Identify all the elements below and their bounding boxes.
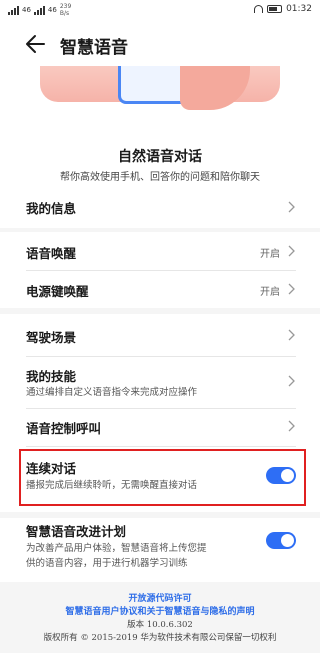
voice-wakeup-value: 开启 <box>260 249 280 260</box>
row-power-key-wakeup[interactable]: 电源键唤醒 开启 <box>0 270 320 308</box>
row-my-info[interactable]: 我的信息 <box>0 190 320 228</box>
card-improvement-plan: 智慧语音改进计划 为改善产品用户体验，智慧语音将上传您提 供的语音内容，用于进行… <box>0 518 320 582</box>
agreement-link[interactable]: 智慧语音用户协议和关于智慧语音与隐私的声明 <box>0 606 320 619</box>
status-bar: 46 46 239 B/s 01:32 <box>0 0 320 22</box>
footer: 开放源代码许可 智慧语音用户协议和关于智慧语音与隐私的声明 版本 10.0.6.… <box>0 593 320 653</box>
signal-label-1: 46 <box>22 6 31 14</box>
driving-scene-label: 驾驶场景 <box>26 330 77 345</box>
my-skills-label: 我的技能 <box>26 369 77 384</box>
chevron-right-icon <box>288 420 295 432</box>
speed-unit: B/s <box>59 10 70 17</box>
signal-icon <box>8 5 19 15</box>
divider <box>26 446 296 447</box>
intro-section: 自然语音对话 帮你高效使用手机、回答你的问题和陪你聊天 <box>0 116 320 190</box>
intro-title: 自然语音对话 <box>118 149 202 165</box>
chevron-right-icon <box>288 283 295 295</box>
my-skills-description: 通过编排自定义语音指令来完成对应操作 <box>26 387 198 398</box>
row-voice-call[interactable]: 语音控制呼叫 <box>0 410 320 446</box>
chevron-right-icon <box>288 245 295 257</box>
app-bar: 智慧语音 <box>0 22 320 66</box>
my-info-label: 我的信息 <box>26 201 77 216</box>
chevron-right-icon <box>288 329 295 341</box>
chevron-right-icon <box>288 375 295 387</box>
hero-illustration <box>0 66 320 116</box>
voice-wakeup-label: 语音唤醒 <box>26 246 77 261</box>
copyright-text: 版权所有 © 2015-2019 华为软件技术有限公司保留一切权利 <box>43 633 277 643</box>
battery-icon <box>267 5 283 13</box>
highlight-box <box>19 449 306 506</box>
status-right: 01:32 <box>254 4 312 14</box>
power-key-wakeup-label: 电源键唤醒 <box>26 284 89 299</box>
row-improvement-plan[interactable]: 智慧语音改进计划 为改善产品用户体验，智慧语音将上传您提 供的语音内容，用于进行… <box>0 518 320 582</box>
intro-subtitle: 帮你高效使用手机、回答你的问题和陪你聊天 <box>60 172 260 183</box>
row-my-skills[interactable]: 我的技能 通过编排自定义语音指令来完成对应操作 <box>0 358 320 406</box>
improvement-plan-description-1: 为改善产品用户体验，智慧语音将上传您提 <box>26 543 207 554</box>
signal-icon-2 <box>33 5 45 15</box>
voice-call-label: 语音控制呼叫 <box>26 421 102 436</box>
row-driving-scene[interactable]: 驾驶场景 <box>0 314 320 354</box>
row-voice-wakeup[interactable]: 语音唤醒 开启 <box>0 232 320 270</box>
page-title: 智慧语音 <box>60 38 128 58</box>
open-source-link[interactable]: 开放源代码许可 <box>0 593 320 606</box>
improvement-plan-toggle[interactable] <box>266 532 296 549</box>
network-speed: 239 B/s <box>60 3 71 17</box>
toggle-knob <box>281 534 294 547</box>
hand-illustration <box>180 66 250 110</box>
version-text: 版本 10.0.6.302 <box>127 620 193 630</box>
clock: 01:32 <box>286 4 312 14</box>
divider <box>26 408 296 409</box>
improvement-plan-label: 智慧语音改进计划 <box>26 524 127 539</box>
card-wakeup: 语音唤醒 开启 电源键唤醒 开启 <box>0 232 320 308</box>
improvement-plan-description-2: 供的语音内容，用于进行机器学习训练 <box>26 558 188 569</box>
card-my-info: 我的信息 <box>0 190 320 228</box>
status-left: 46 46 239 B/s <box>8 3 71 17</box>
signal-label-2: 46 <box>47 6 57 14</box>
chevron-right-icon <box>288 201 295 213</box>
speed-value: 239 <box>59 3 72 10</box>
arrow-left-icon[interactable] <box>22 31 48 57</box>
power-key-wakeup-value: 开启 <box>260 287 280 298</box>
headphone-icon <box>254 5 264 13</box>
divider <box>26 356 296 357</box>
